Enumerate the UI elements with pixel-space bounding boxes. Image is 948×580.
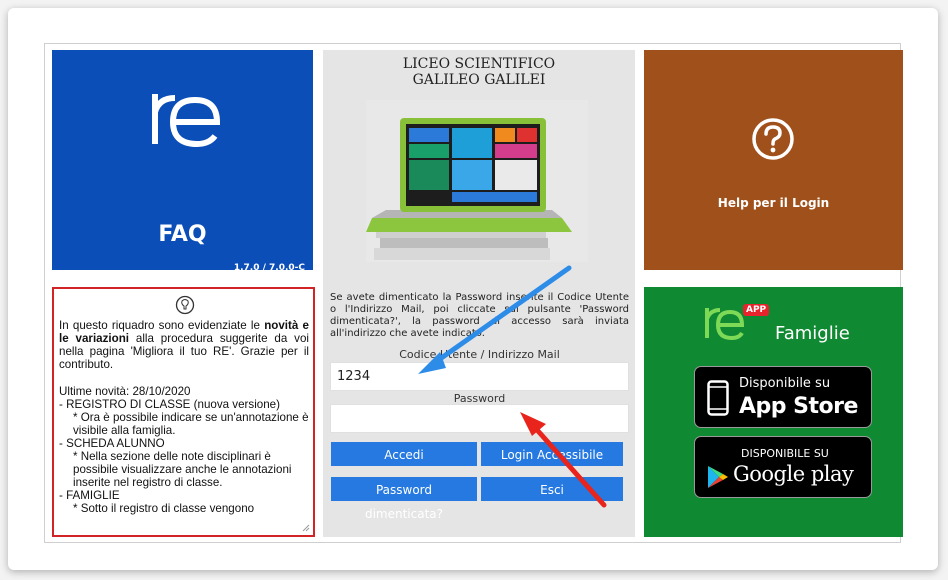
famiglie-label: Famiglie	[775, 323, 850, 344]
school-name-line1: LICEO SCIENTIFICO	[402, 56, 556, 72]
help-question-icon	[752, 118, 794, 160]
novita-line: - SCHEDA ALUNNO	[59, 437, 165, 450]
novita-intro: In questo riquadro sono evidenziate le n…	[59, 319, 309, 371]
appstore-big-text: App Store	[739, 394, 858, 419]
laptop-illustration	[366, 100, 588, 262]
login-accessibile-button[interactable]: Login Accessibile	[481, 442, 623, 466]
help-label: Help per il Login	[717, 196, 830, 210]
novita-line: Ultime novità: 28/10/2020	[59, 385, 191, 398]
novita-text: In questo riquadro sono evidenziate le n…	[59, 319, 309, 527]
faq-tile[interactable]: FAQ 1.7.0 / 7.0.0-C	[52, 50, 313, 273]
user-label: Codice Utente / Indirizzo Mail	[399, 348, 560, 361]
password-input[interactable]	[330, 404, 629, 433]
googleplay-small-text: DISPONIBILE SU	[741, 447, 829, 460]
novita-line: * Ora è possibile indicare se un'annotaz…	[73, 411, 309, 437]
googleplay-badge[interactable]: DISPONIBILE SU Google play	[694, 436, 872, 498]
accedi-button[interactable]: Accedi	[331, 442, 477, 466]
resize-handle-icon[interactable]	[302, 524, 310, 532]
password-hint: Se avete dimenticato la Password inserit…	[330, 292, 629, 339]
famiglie-tile: APP Famiglie Disponibile su App Store DI…	[644, 287, 903, 537]
appstore-badge[interactable]: Disponibile su App Store	[694, 366, 872, 428]
esci-button[interactable]: Esci	[481, 477, 623, 501]
lightbulb-icon	[175, 295, 195, 315]
help-login-tile[interactable]: Help per il Login	[644, 50, 903, 270]
app-badge: APP	[743, 304, 770, 316]
appstore-small-text: Disponibile su	[739, 376, 831, 391]
user-input[interactable]	[330, 362, 629, 391]
iphone-icon	[707, 380, 729, 416]
novita-line: - REGISTRO DI CLASSE (nuova versione)	[59, 398, 280, 411]
school-name: LICEO SCIENTIFICO GALILEO GALILEI	[323, 56, 635, 88]
googleplay-big-text: Google play	[733, 462, 854, 486]
login-panel: LICEO SCIENTIFICO GALILEO GALILEI Se ave…	[323, 50, 635, 537]
password-dimenticata-button[interactable]: Password dimenticata?	[331, 477, 477, 521]
novita-line: - FAMIGLIE	[59, 489, 120, 502]
google-play-icon	[708, 466, 728, 488]
re-famiglie-logo-icon	[705, 308, 745, 341]
novita-box[interactable]: In questo riquadro sono evidenziate le n…	[52, 287, 315, 537]
re-logo-icon	[152, 94, 221, 148]
version-label: 1.7.0 / 7.0.0-C	[233, 263, 305, 273]
novita-line: * Nella sezione delle note disciplinari …	[73, 450, 292, 489]
novita-line: * Sotto il registro di classe vengono	[73, 502, 255, 515]
school-name-line2: GALILEO GALILEI	[412, 72, 546, 88]
faq-title: FAQ	[158, 222, 207, 247]
